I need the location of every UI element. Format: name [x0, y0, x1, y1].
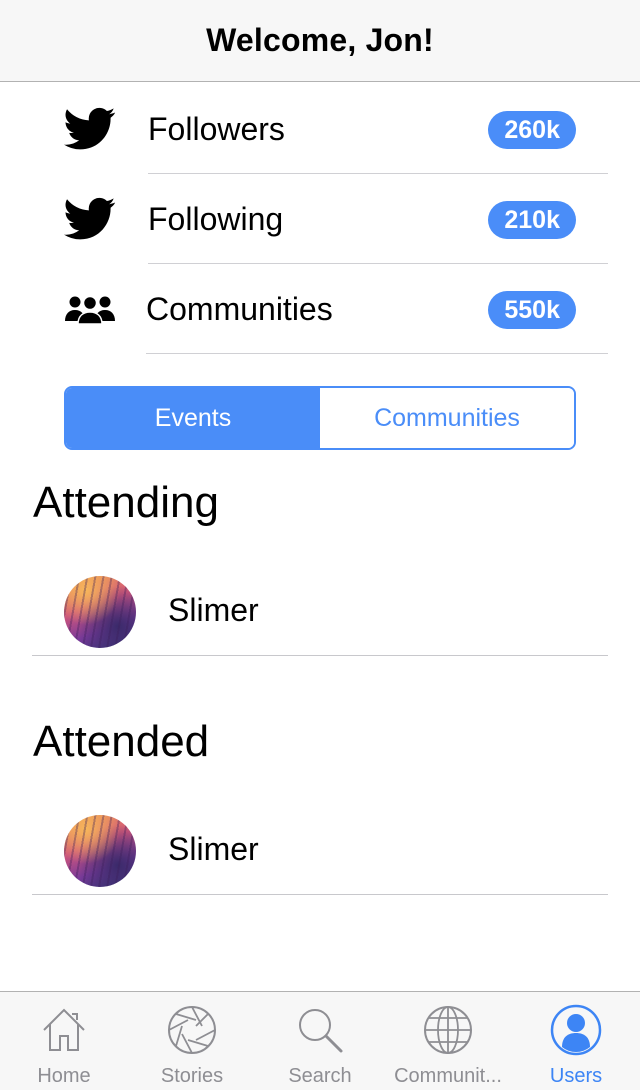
list-item[interactable]: Slimer	[32, 805, 608, 895]
stat-label: Communities	[146, 291, 333, 327]
tab-home[interactable]: Home	[0, 992, 128, 1090]
row-separator	[32, 894, 608, 895]
segment-events[interactable]: Events	[66, 388, 320, 448]
search-icon	[299, 1009, 343, 1053]
user-icon	[550, 1004, 602, 1056]
tab-label: Home	[37, 1065, 91, 1087]
tab-label: Search	[288, 1065, 352, 1087]
tab-stories[interactable]: Stories	[128, 992, 256, 1090]
stat-row-followers[interactable]: Followers 260k	[0, 84, 640, 174]
tab-search[interactable]: Search	[256, 992, 384, 1090]
count-badge: 210k	[488, 201, 576, 239]
row-separator	[32, 655, 608, 656]
page-title: Welcome, Jon!	[206, 22, 434, 58]
tab-label: Communit...	[394, 1065, 502, 1087]
twitter-bird-icon	[62, 195, 118, 243]
people-group-icon	[62, 285, 118, 333]
event-name: Slimer	[168, 592, 259, 628]
segmented-control: Events Communities	[64, 386, 576, 450]
tab-bar: Home Stories Search Communit... Users	[0, 991, 640, 1090]
stat-label: Following	[148, 201, 284, 237]
home-icon	[43, 1008, 85, 1051]
list-item[interactable]: Slimer	[32, 566, 608, 656]
stat-row-following[interactable]: Following 210k	[0, 174, 640, 264]
twitter-bird-icon	[62, 105, 118, 153]
count-badge: 550k	[488, 291, 576, 329]
section-title-attended: Attended	[33, 717, 210, 766]
navigation-bar: Welcome, Jon!	[0, 0, 640, 82]
avatar	[64, 815, 136, 887]
section-title-attending: Attending	[33, 478, 219, 527]
tab-users[interactable]: Users	[512, 992, 640, 1090]
tab-label: Stories	[160, 1065, 224, 1087]
globe-icon	[424, 1006, 472, 1054]
stat-row-communities[interactable]: Communities 550k	[0, 264, 640, 354]
avatar	[64, 576, 136, 648]
stat-label: Followers	[148, 111, 285, 147]
count-badge: 260k	[488, 111, 576, 149]
aperture-icon	[168, 1006, 216, 1054]
row-separator	[146, 353, 608, 354]
event-name: Slimer	[168, 831, 259, 867]
tab-label: Users	[549, 1065, 603, 1087]
tab-communities[interactable]: Communit...	[384, 992, 512, 1090]
segment-communities[interactable]: Communities	[320, 388, 574, 448]
